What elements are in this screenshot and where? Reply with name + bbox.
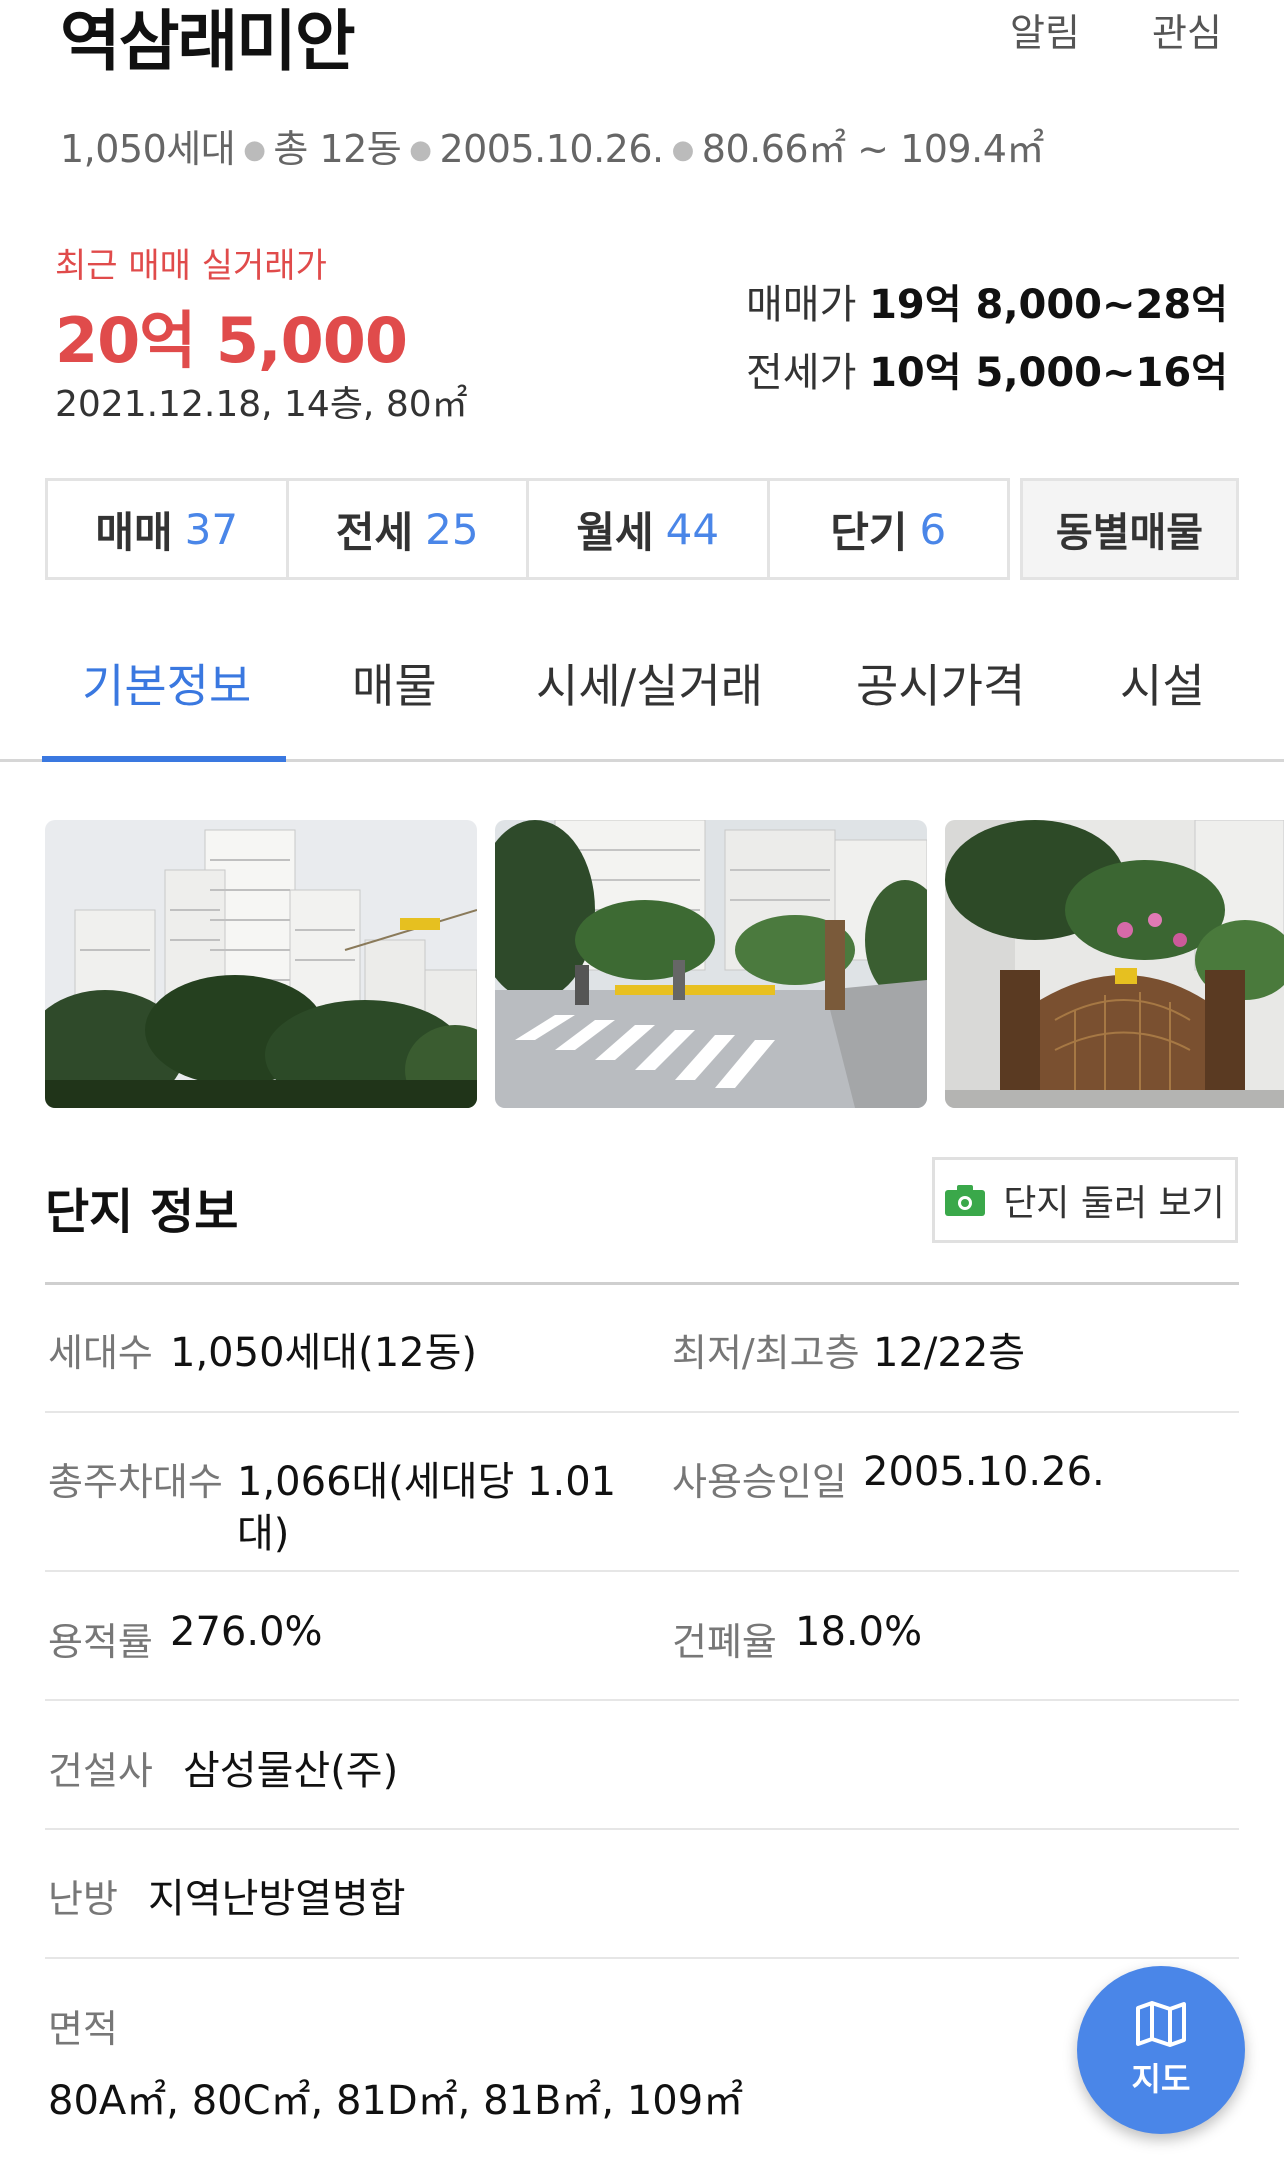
- separator-dot: ●: [671, 135, 695, 165]
- heating-label: 난방: [48, 1877, 118, 1921]
- area-value: 80A㎡, 80C㎡, 81D㎡, 81B㎡, 109㎡: [48, 2078, 744, 2124]
- map-button[interactable]: 지도: [1077, 1966, 1245, 2134]
- recent-price-value: 20억 5,000: [55, 304, 408, 377]
- sale-price-label: 매매가: [745, 282, 857, 328]
- listing-count-value: 25: [425, 504, 479, 554]
- divider: [45, 1957, 1239, 1959]
- sale-price-value: 19억 8,000~28억: [869, 282, 1228, 328]
- listing-type-label: 단기: [830, 507, 908, 557]
- map-icon: [1136, 2001, 1186, 2047]
- floors-label: 최저/최고층: [672, 1331, 860, 1375]
- complex-tour-label: 단지 둘러 보기: [1003, 1183, 1225, 1224]
- building-coverage-value: 18.0%: [795, 1609, 923, 1655]
- complex-photo[interactable]: [495, 820, 927, 1108]
- tab-bar: 기본정보 매물 시세/실거래 공시가격 시설: [0, 620, 1284, 762]
- complex-entrance-road-photo: [495, 820, 927, 1108]
- floor-area-ratio-value: 276.0%: [170, 1609, 323, 1655]
- listing-count-bar: 매매 37 전세 25 월세 44 단기 6: [45, 478, 1010, 580]
- divider: [45, 1411, 1239, 1413]
- parking-value-line2: 대): [237, 1511, 290, 1557]
- jeonse-price-value: 10억 5,000~16억: [869, 350, 1228, 396]
- approval-date-label: 사용승인일: [672, 1460, 847, 1504]
- complex-gate-photo: [945, 820, 1284, 1108]
- summary-approval-date: 2005.10.26.: [439, 127, 664, 171]
- alarm-button[interactable]: 알림: [1010, 2, 1080, 57]
- summary-buildings: 총 12동: [273, 127, 402, 171]
- listing-count-monthly[interactable]: 월세 44: [529, 481, 770, 577]
- approval-date-value: 2005.10.26.: [863, 1449, 1105, 1495]
- complex-info-title: 단지 정보: [45, 1184, 239, 1240]
- tab-facilities[interactable]: 시설: [1120, 650, 1205, 716]
- divider: [45, 1828, 1239, 1830]
- active-tab-indicator: [42, 756, 286, 762]
- complex-photo[interactable]: [945, 820, 1284, 1108]
- divider: [45, 1570, 1239, 1572]
- complex-summary: 1,050세대 ● 총 12동 ● 2005.10.26. ● 80.66㎡ ~ 109.4…: [60, 118, 1044, 173]
- tab-official-price[interactable]: 공시가격: [856, 650, 1025, 716]
- builder-value: 삼성물산(주): [183, 1748, 399, 1794]
- parking-value-line1: 1,066대(세대당 1.01: [237, 1459, 617, 1505]
- listing-count-value: 37: [184, 504, 239, 554]
- favorite-button[interactable]: 관심: [1152, 2, 1222, 57]
- listing-count-sale[interactable]: 매매 37: [48, 481, 289, 577]
- separator-dot: ●: [409, 135, 432, 165]
- building-coverage-label: 건폐율: [672, 1620, 777, 1664]
- page-title: 역삼래미안: [60, 3, 356, 80]
- sale-price-range: 매매가 19억 8,000~28억: [746, 272, 1228, 330]
- listing-type-label: 매매: [95, 507, 173, 557]
- listing-type-label: 전세: [335, 507, 414, 557]
- heating-value: 지역난방열병합: [148, 1876, 406, 1922]
- listing-count-value: 44: [665, 504, 720, 554]
- listings-by-building-button[interactable]: 동별매물: [1020, 478, 1239, 580]
- divider: [45, 1699, 1239, 1701]
- summary-households: 1,050세대: [60, 127, 236, 171]
- separator-dot: ●: [243, 135, 266, 165]
- apartment-buildings-photo: [45, 820, 477, 1108]
- complex-photo[interactable]: [45, 820, 477, 1108]
- area-label: 면적: [48, 2007, 118, 2051]
- tab-listings[interactable]: 매물: [352, 650, 437, 716]
- listing-count-jeonse[interactable]: 전세 25: [289, 481, 529, 577]
- listing-count-short-term[interactable]: 단기 6: [770, 481, 1008, 577]
- camera-icon: [945, 1185, 986, 1216]
- jeonse-price-label: 전세가: [745, 350, 857, 396]
- divider: [45, 1282, 1239, 1285]
- recent-price-label: 최근 매매 실거래가: [55, 246, 327, 286]
- jeonse-price-range: 전세가 10억 5,000~16억: [746, 340, 1228, 398]
- tab-price-transactions[interactable]: 시세/실거래: [536, 650, 763, 716]
- listing-count-value: 6: [919, 504, 947, 554]
- recent-price-detail: 2021.12.18, 14층, 80㎡: [55, 384, 468, 425]
- floors-value: 12/22층: [873, 1330, 1026, 1376]
- map-button-label: 지도: [1131, 2060, 1191, 2098]
- builder-label: 건설사: [48, 1749, 153, 1793]
- parking-label: 총주차대수: [48, 1460, 223, 1504]
- households-value: 1,050세대(12동): [170, 1330, 478, 1376]
- complex-tour-button[interactable]: 단지 둘러 보기: [932, 1157, 1238, 1243]
- tab-basic-info[interactable]: 기본정보: [82, 650, 251, 716]
- summary-area-range: 80.66㎡ ~ 109.4㎡: [701, 127, 1045, 171]
- households-label: 세대수: [48, 1331, 153, 1375]
- floor-area-ratio-label: 용적률: [48, 1620, 153, 1664]
- listing-type-label: 월세: [576, 507, 654, 557]
